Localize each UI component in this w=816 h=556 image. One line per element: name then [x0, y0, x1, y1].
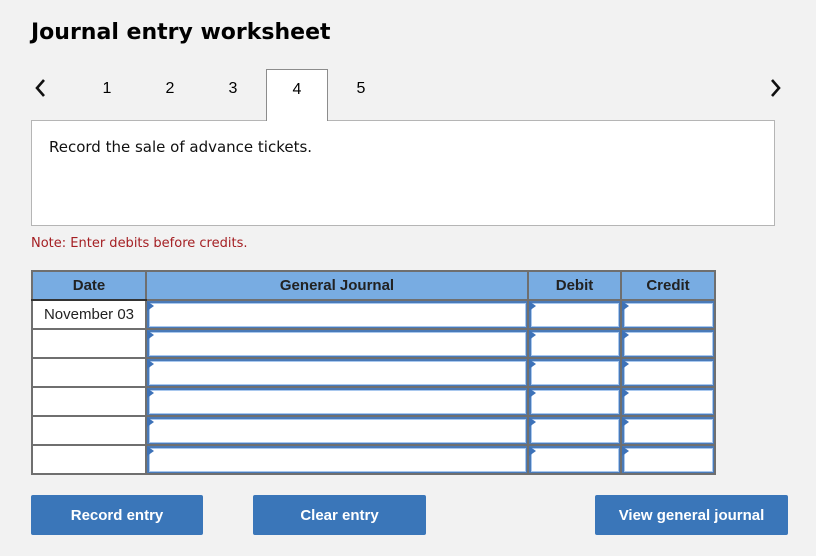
- debit-input-cell: [527, 415, 622, 446]
- debit-input-cell: [527, 386, 622, 417]
- debit-input[interactable]: [531, 390, 619, 414]
- cell-marker-icon: [147, 330, 154, 340]
- table-row: [31, 415, 716, 446]
- account-input-cell: [145, 386, 529, 417]
- credit-input[interactable]: [624, 390, 713, 414]
- cell-marker-icon: [147, 446, 154, 456]
- cell-marker-icon: [529, 388, 536, 398]
- table-row: [31, 357, 716, 388]
- tab-5[interactable]: 5: [330, 69, 392, 121]
- credit-input[interactable]: [624, 361, 713, 385]
- table-row: November 03: [31, 299, 716, 330]
- account-input-cell: [145, 415, 529, 446]
- prompt-text: Record the sale of advance tickets.: [49, 138, 313, 156]
- cell-marker-icon: [529, 359, 536, 369]
- tab-3[interactable]: 3: [202, 69, 264, 121]
- credit-input-cell: [620, 299, 716, 330]
- account-input[interactable]: [149, 419, 526, 443]
- journal-table: Date General Journal Debit Credit Novemb…: [31, 270, 716, 475]
- record-entry-button[interactable]: Record entry: [31, 495, 203, 535]
- column-header-date: Date: [31, 270, 147, 301]
- credit-input[interactable]: [624, 419, 713, 443]
- cell-marker-icon: [622, 446, 629, 456]
- credit-input-cell: [620, 357, 716, 388]
- account-input[interactable]: [149, 303, 526, 327]
- table-row: [31, 328, 716, 359]
- debit-input-cell: [527, 299, 622, 330]
- cell-marker-icon: [622, 388, 629, 398]
- debit-input[interactable]: [531, 448, 619, 472]
- account-input-cell: [145, 357, 529, 388]
- cell-marker-icon: [622, 417, 629, 427]
- next-button[interactable]: [766, 74, 786, 102]
- debit-input[interactable]: [531, 332, 619, 356]
- tab-2[interactable]: 2: [139, 69, 201, 121]
- debit-input[interactable]: [531, 303, 619, 327]
- date-cell: [31, 357, 147, 388]
- table-row: [31, 444, 716, 475]
- column-header-general-journal: General Journal: [145, 270, 529, 301]
- column-header-credit: Credit: [620, 270, 716, 301]
- credit-input-cell: [620, 444, 716, 475]
- column-header-debit: Debit: [527, 270, 622, 301]
- chevron-right-icon: [771, 79, 781, 97]
- debit-input-cell: [527, 328, 622, 359]
- cell-marker-icon: [529, 446, 536, 456]
- debit-input[interactable]: [531, 419, 619, 443]
- credit-input-cell: [620, 415, 716, 446]
- date-cell: [31, 328, 147, 359]
- account-input-cell: [145, 299, 529, 330]
- cell-marker-icon: [529, 417, 536, 427]
- date-cell: [31, 386, 147, 417]
- cell-marker-icon: [147, 388, 154, 398]
- cell-marker-icon: [147, 417, 154, 427]
- credit-input-cell: [620, 386, 716, 417]
- page-title: Journal entry worksheet: [31, 20, 331, 45]
- view-general-journal-button[interactable]: View general journal: [595, 495, 788, 535]
- cell-marker-icon: [529, 330, 536, 340]
- cell-marker-icon: [147, 301, 154, 311]
- table-header-row: Date General Journal Debit Credit: [31, 270, 716, 301]
- cell-marker-icon: [622, 301, 629, 311]
- tab-1[interactable]: 1: [76, 69, 138, 121]
- account-input[interactable]: [149, 448, 526, 472]
- cell-marker-icon: [622, 330, 629, 340]
- date-cell: [31, 444, 147, 475]
- account-input-cell: [145, 328, 529, 359]
- debit-input-cell: [527, 444, 622, 475]
- prompt-panel: Record the sale of advance tickets.: [31, 120, 775, 226]
- prev-button[interactable]: [30, 74, 50, 102]
- debit-input[interactable]: [531, 361, 619, 385]
- account-input[interactable]: [149, 390, 526, 414]
- cell-marker-icon: [529, 301, 536, 311]
- credit-input[interactable]: [624, 303, 713, 327]
- credit-input[interactable]: [624, 332, 713, 356]
- account-input[interactable]: [149, 332, 526, 356]
- credit-input[interactable]: [624, 448, 713, 472]
- cell-marker-icon: [622, 359, 629, 369]
- chevron-left-icon: [35, 79, 45, 97]
- account-input-cell: [145, 444, 529, 475]
- note-text: Note: Enter debits before credits.: [31, 236, 248, 251]
- tab-4[interactable]: 4: [266, 69, 328, 121]
- clear-entry-button[interactable]: Clear entry: [253, 495, 426, 535]
- debit-input-cell: [527, 357, 622, 388]
- date-cell: November 03: [31, 299, 147, 330]
- date-cell: [31, 415, 147, 446]
- table-row: [31, 386, 716, 417]
- account-input[interactable]: [149, 361, 526, 385]
- credit-input-cell: [620, 328, 716, 359]
- cell-marker-icon: [147, 359, 154, 369]
